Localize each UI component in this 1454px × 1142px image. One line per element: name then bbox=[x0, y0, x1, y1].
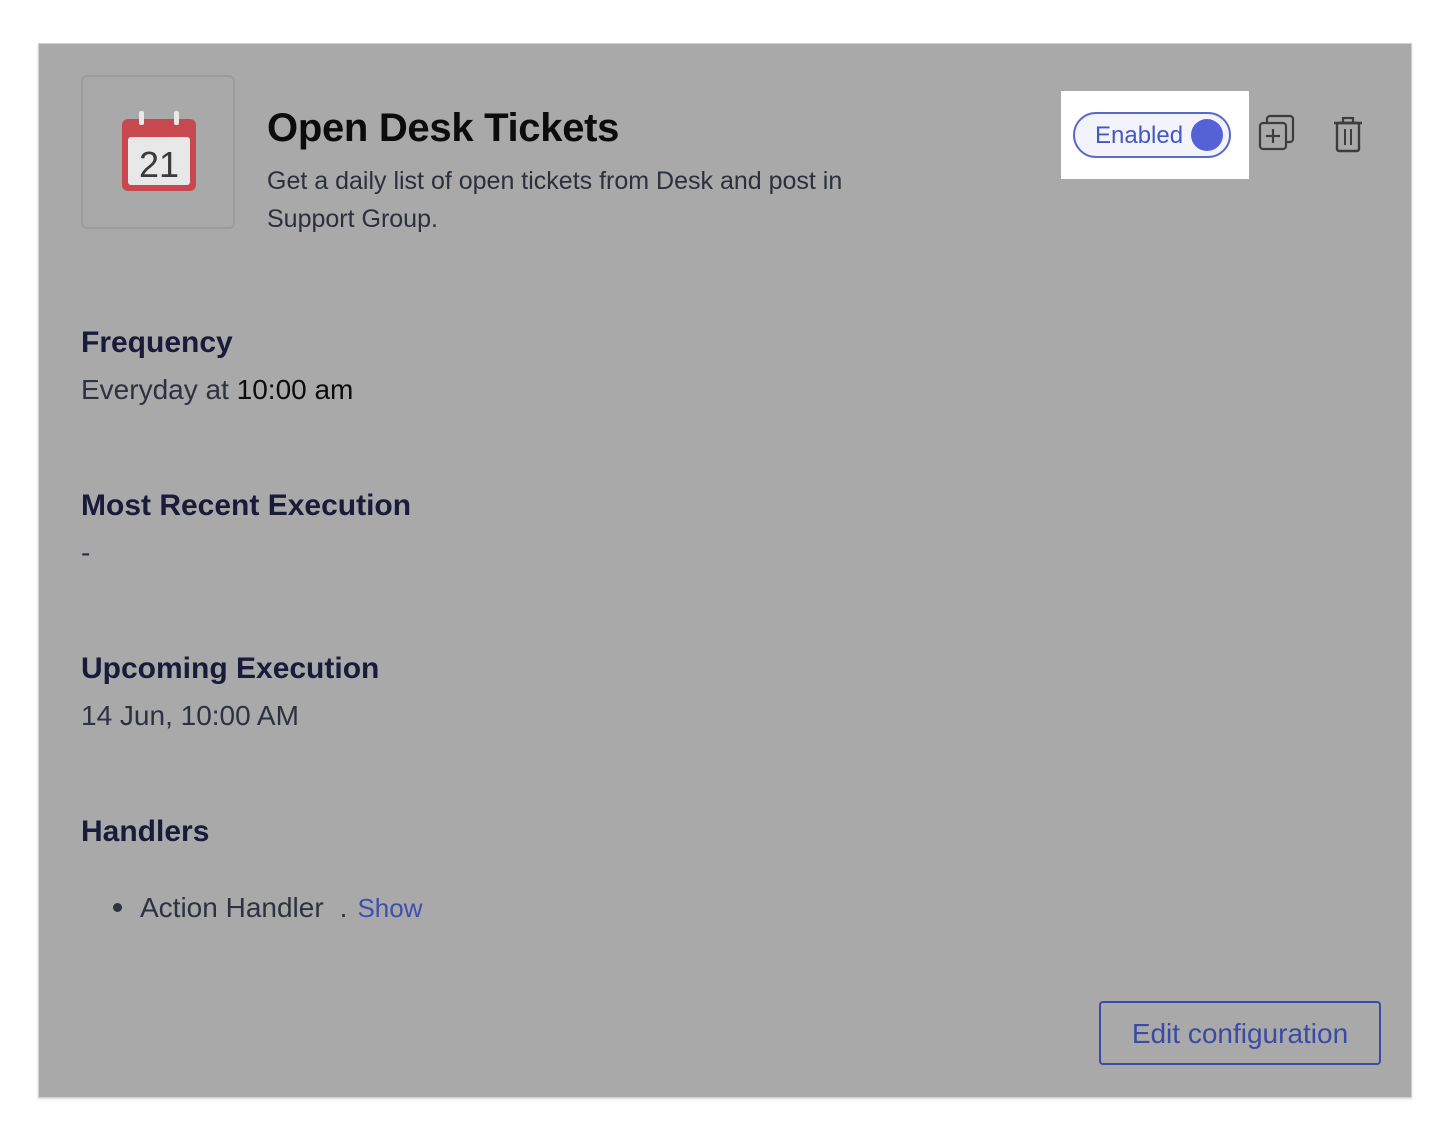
frequency-value: Everyday at 10:00 am bbox=[81, 374, 353, 406]
handler-name: Action Handler bbox=[140, 892, 324, 923]
toggle-knob bbox=[1191, 119, 1223, 151]
calendar-day-number: 21 bbox=[139, 144, 179, 185]
frequency-title: Frequency bbox=[81, 326, 233, 359]
calendar-icon: 21 bbox=[122, 111, 196, 191]
enabled-toggle[interactable]: Enabled bbox=[1073, 112, 1231, 158]
schedule-card: 21 Open Desk Tickets Get a daily list of… bbox=[38, 43, 1412, 1098]
toggle-highlight: Enabled bbox=[1061, 91, 1249, 179]
schedule-description: Get a daily list of open tickets from De… bbox=[267, 167, 843, 233]
trash-icon[interactable] bbox=[1331, 116, 1365, 159]
upcoming-execution-value: 14 Jun, 10:00 AM bbox=[81, 700, 299, 731]
upcoming-execution-title: Upcoming Execution bbox=[81, 652, 380, 685]
recent-execution-title: Most Recent Execution bbox=[81, 489, 412, 522]
schedule-icon-box: 21 bbox=[81, 75, 235, 229]
bullet bbox=[113, 903, 122, 913]
duplicate-icon[interactable] bbox=[1257, 114, 1297, 159]
handler-separator: . bbox=[339, 892, 348, 923]
recent-execution-value: - bbox=[81, 537, 91, 568]
handlers-title: Handlers bbox=[81, 815, 210, 848]
toggle-label: Enabled bbox=[1095, 122, 1184, 149]
edit-configuration-button[interactable]: Edit configuration bbox=[1099, 1001, 1381, 1065]
list-item: Action Handler. Show bbox=[113, 892, 422, 924]
show-handler-link[interactable]: Show bbox=[357, 893, 422, 923]
frequency-time: 10:00 am bbox=[236, 374, 354, 405]
frequency-prefix: Everyday at bbox=[81, 374, 229, 405]
schedule-title: Open Desk Tickets bbox=[267, 106, 620, 150]
